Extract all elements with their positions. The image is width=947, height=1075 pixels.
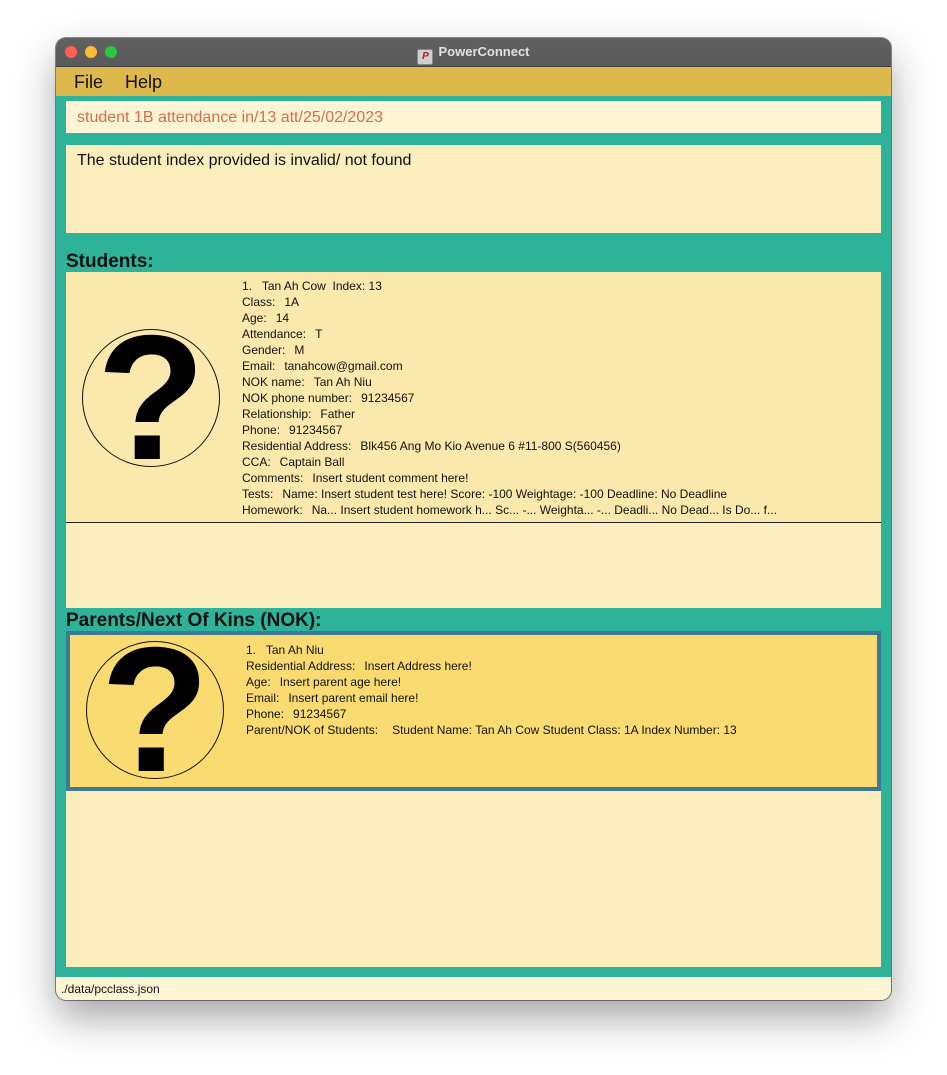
students-heading: Students: (66, 251, 154, 272)
student-phone-row: Phone: 91234567 (242, 423, 343, 437)
student-cca-row: CCA: Captain Ball (242, 455, 345, 469)
student-email-row: Email: tanahcow@gmail.com (242, 359, 403, 373)
window-title: PowerConnect (438, 44, 530, 59)
student-gender-row: Gender: M (242, 343, 305, 357)
menu-file[interactable]: File (74, 72, 103, 93)
parent-list-panel[interactable]: ? 1. Tan Ah Niu Residential Address: Inse… (66, 621, 881, 967)
status-bar-file-path: ./data/pcclass.json (56, 977, 891, 1000)
student-homework-row: Homework: Na... Insert student homework h… (242, 503, 777, 517)
student-details: 1. Tan Ah Cow Index: 13 Class: 1A Age: 14 … (242, 278, 777, 518)
parent-age-row: Age: Insert parent age here! (246, 675, 402, 689)
parent-email-row: Email: Insert parent email here! (246, 691, 419, 705)
menu-bar: File Help (56, 67, 891, 96)
menu-help[interactable]: Help (125, 72, 162, 93)
app-window: P PowerConnect File Help student 1B atten… (56, 38, 891, 1000)
parent-details: 1. Tan Ah Niu Residential Address: Insert… (246, 642, 737, 738)
student-nok-name-row: NOK name: Tan Ah Niu (242, 375, 372, 389)
parent-list-index: 1. (246, 643, 257, 657)
result-display: The student index provided is invalid/ n… (66, 145, 881, 233)
title-bar[interactable]: P PowerConnect (56, 38, 891, 67)
student-name-row: 1. Tan Ah Cow Index: 13 (242, 278, 777, 294)
student-index-number: Index: 13 (332, 279, 382, 293)
window-title-area: P PowerConnect (56, 44, 891, 65)
student-list-index: 1. (242, 279, 253, 293)
student-attendance-row: Attendance: T (242, 327, 323, 341)
parent-students-row: Parent/NOK of Students: Student Name: Tan… (246, 723, 737, 737)
parent-name: Tan Ah Niu (265, 643, 324, 657)
student-card[interactable]: ? 1. Tan Ah Cow Index: 13 Class: 1A Age: 1… (66, 272, 881, 523)
parent-address-row: Residential Address: Insert Address here! (246, 659, 472, 673)
student-list-panel[interactable]: ? 1. Tan Ah Cow Index: 13 Class: 1A Age: 1… (66, 272, 881, 608)
student-name: Tan Ah Cow (261, 279, 326, 293)
student-age-row: Age: 14 (242, 311, 290, 325)
app-logo-icon: P (417, 49, 434, 65)
question-mark-icon: ? (86, 621, 224, 799)
parent-name-row: 1. Tan Ah Niu (246, 642, 737, 658)
command-input[interactable]: student 1B attendance in/13 att/25/02/20… (66, 101, 881, 133)
student-address-row: Residential Address: Blk456 Ang Mo Kio Av… (242, 439, 621, 453)
student-tests-row: Tests: Name: Insert student test here! Sc… (242, 487, 728, 501)
student-class-row: Class: 1A (242, 295, 300, 309)
student-comments-row: Comments: Insert student comment here! (242, 471, 469, 485)
student-relationship-row: Relationship: Father (242, 407, 356, 421)
question-mark-icon: ? (82, 309, 220, 487)
student-nok-phone-row: NOK phone number: 91234567 (242, 391, 415, 405)
parent-card[interactable]: ? 1. Tan Ah Niu Residential Address: Inse… (66, 621, 881, 799)
parent-phone-row: Phone: 91234567 (246, 707, 347, 721)
